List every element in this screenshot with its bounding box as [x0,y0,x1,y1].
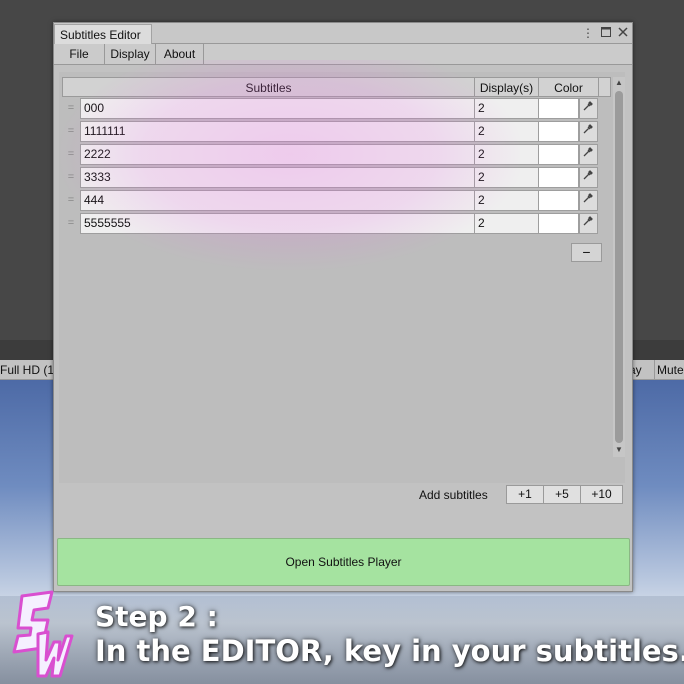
mute-audio-toggle[interactable]: Mute [654,360,684,380]
menu-bar: File Display About [54,44,632,65]
window-titlebar: Subtitles Editor ⋮ [54,23,632,44]
subtitles-editor-window: Subtitles Editor ⋮ File Display About Su… [53,22,633,592]
kebab-icon[interactable]: ⋮ [581,25,595,41]
drag-handle-icon[interactable]: = [64,103,78,114]
drag-handle-icon[interactable]: = [64,149,78,160]
add-subtitles-label: Add subtitles [419,488,488,502]
table-row: = 5555555 2 [62,212,602,235]
menu-file[interactable]: File [54,44,105,65]
color-swatch-field[interactable] [538,213,579,234]
add-1-button[interactable]: +1 [506,485,544,504]
subtitle-text-field[interactable]: 000 [80,98,475,119]
resolution-dropdown[interactable]: Full HD (1 [0,360,58,380]
caption-step-instruction: In the EDITOR, key in your subtitles. [95,634,684,668]
close-icon[interactable] [616,25,630,41]
color-swatch-field[interactable] [538,144,579,165]
eyedropper-icon[interactable] [579,121,598,142]
display-seconds-field[interactable]: 2 [474,190,539,211]
display-seconds-field[interactable]: 2 [474,167,539,188]
table-row: = 1111111 2 [62,120,602,143]
header-color: Color [538,77,599,97]
remove-row-button[interactable]: − [571,243,602,262]
scroll-up-arrow-icon[interactable]: ▲ [613,77,625,89]
drag-handle-icon[interactable]: = [64,218,78,229]
subtitles-table: Subtitles Display(s) Color = 000 2 = 1111111… [62,77,611,240]
subtitles-panel: Subtitles Display(s) Color = 000 2 = 1111111… [59,72,625,504]
menu-display[interactable]: Display [105,44,156,65]
caption-step-title: Step 2 : [95,600,218,633]
table-row: = 444 2 [62,189,602,212]
subtitle-text-field[interactable]: 2222 [80,144,475,165]
eyedropper-icon[interactable] [579,167,598,188]
sw-logo-icon [12,590,74,678]
subtitle-text-field[interactable]: 3333 [80,167,475,188]
drag-handle-icon[interactable]: = [64,195,78,206]
color-swatch-field[interactable] [538,98,579,119]
maximize-icon[interactable] [599,25,613,41]
color-swatch-field[interactable] [538,167,579,188]
table-row: = 000 2 [62,97,602,120]
scroll-down-arrow-icon[interactable]: ▼ [613,444,625,456]
drag-handle-icon[interactable]: = [64,126,78,137]
table-row: = 3333 2 [62,166,602,189]
window-tab-title[interactable]: Subtitles Editor [54,24,152,44]
add-5-button[interactable]: +5 [543,485,581,504]
header-display: Display(s) [474,77,539,97]
header-subtitles: Subtitles [62,77,475,97]
header-filler [598,77,611,97]
eyedropper-icon[interactable] [579,213,598,234]
scrollbar-thumb[interactable] [615,91,623,443]
display-seconds-field[interactable]: 2 [474,98,539,119]
subtitle-text-field[interactable]: 444 [80,190,475,211]
eyedropper-icon[interactable] [579,98,598,119]
display-seconds-field[interactable]: 2 [474,121,539,142]
subtitle-text-field[interactable]: 1111111 [80,121,475,142]
eyedropper-icon[interactable] [579,190,598,211]
eyedropper-icon[interactable] [579,144,598,165]
menu-about[interactable]: About [156,44,204,65]
open-subtitles-player-button[interactable]: Open Subtitles Player [57,538,630,586]
color-swatch-field[interactable] [538,190,579,211]
add-10-button[interactable]: +10 [580,485,623,504]
color-swatch-field[interactable] [538,121,579,142]
display-seconds-field[interactable]: 2 [474,213,539,234]
table-row: = 2222 2 [62,143,602,166]
drag-handle-icon[interactable]: = [64,172,78,183]
subtitle-text-field[interactable]: 5555555 [80,213,475,234]
display-seconds-field[interactable]: 2 [474,144,539,165]
